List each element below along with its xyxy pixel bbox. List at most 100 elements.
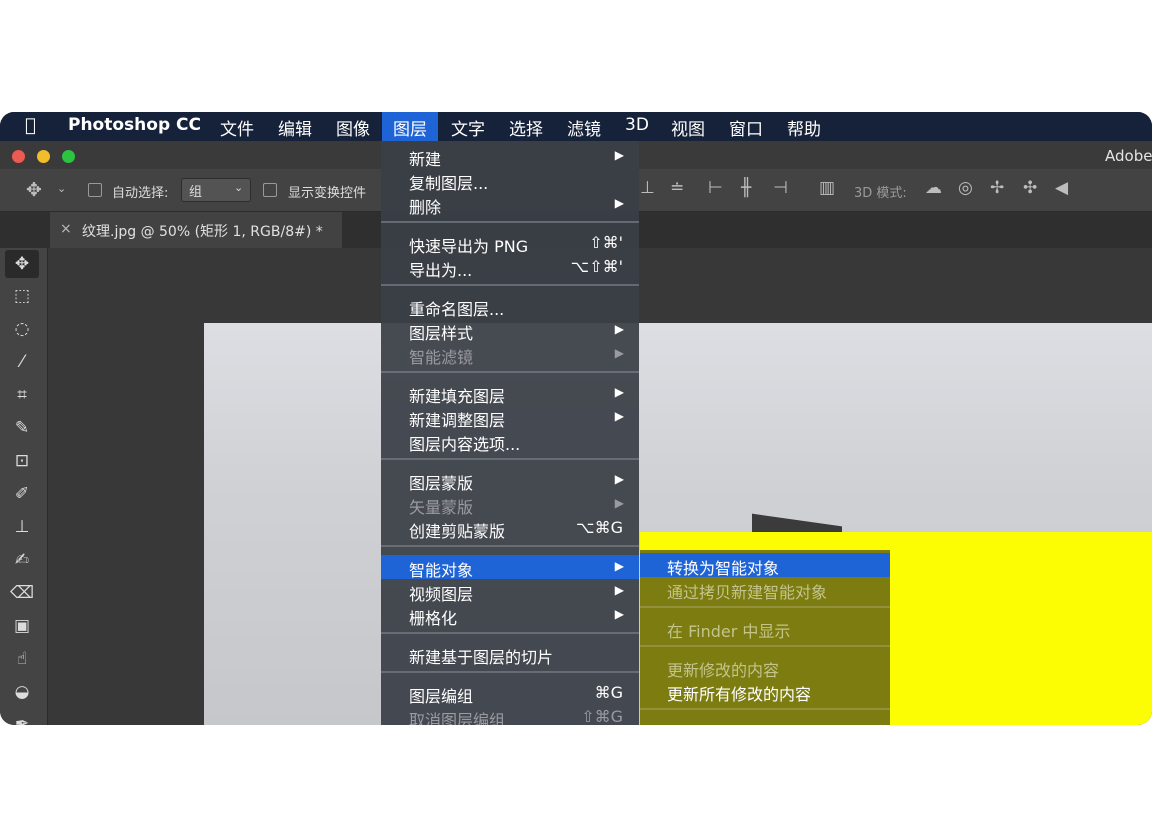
document-tab-title: 纹理.jpg @ 50% (矩形 1, RGB/8#) * [82,224,323,240]
menu-type[interactable]: 文字 [451,115,485,140]
menu-separator [381,632,639,634]
menu-layer[interactable]: 图层 [382,112,438,141]
menu-help[interactable]: 帮助 [787,115,821,140]
submenu-arrow-icon: ▶ [614,607,624,621]
magic-wand-tool-icon[interactable]: ⁄ [5,348,39,376]
lasso-tool-icon[interactable]: ◌ [5,315,39,343]
layer-menu-item[interactable]: 重命名图层... [381,294,639,319]
orbit-3d-icon[interactable]: ☁ [925,178,942,198]
layer-menu-item[interactable]: 创建剪贴蒙版 ⌥⌘G [381,516,639,541]
close-window-button[interactable] [12,150,25,163]
menu-separator [381,671,639,673]
smart-object-menu-item[interactable]: 转换为智能对象 [640,553,890,578]
menu-separator [381,458,639,460]
smudge-tool-icon[interactable]: ☝ [5,645,39,673]
menu-select[interactable]: 选择 [509,115,543,140]
distribute-hcenter-icon[interactable]: ╫ [741,178,751,198]
gradient-tool-icon[interactable]: ▣ [5,612,39,640]
layer-menu-item[interactable]: 图层内容选项... [381,429,639,454]
layer-menu-item: 智能滤镜 ▶ [381,342,639,367]
frame-tool-icon[interactable]: ⊡ [5,447,39,475]
slide-3d-icon[interactable]: ✣ [1023,178,1037,198]
menu-view[interactable]: 视图 [671,115,705,140]
submenu-arrow-icon: ▶ [614,583,624,597]
layer-menu-item[interactable]: 快速导出为 PNG ⇧⌘' [381,231,639,256]
layer-menu-item[interactable]: 新建调整图层 ▶ [381,405,639,430]
3d-mode-label: 3D 模式: [854,186,907,201]
scale-3d-icon[interactable]: ◀ [1055,178,1068,198]
menu-item-shortcut: ⇧⌘' [589,233,623,252]
eraser-tool-icon[interactable]: ⌫ [5,579,39,607]
menu-item-label: 智能对象 [409,561,474,580]
distribute-left-icon[interactable]: ⊢ [708,178,723,198]
move-tool-preset-icon[interactable]: ✥ [26,179,42,201]
layer-menu-item[interactable]: 图层蒙版 ▶ [381,468,639,493]
menu-item-label: 删除 [409,198,442,217]
menu-window[interactable]: 窗口 [729,115,763,140]
smart-object-menu-item[interactable]: 更新所有修改的内容 [640,679,890,704]
layer-menu-item[interactable]: 新建填充图层 ▶ [381,381,639,406]
menu-item-label: 重命名图层... [409,300,505,319]
menu-3d[interactable]: 3D [625,115,649,135]
menu-item-label: 快速导出为 PNG [409,237,529,256]
submenu-arrow-icon: ▶ [614,409,624,423]
brush-tool-icon[interactable]: ✐ [5,480,39,508]
smart-object-menu-item: 在 Finder 中显示 [640,616,890,641]
pen-tool-icon[interactable]: ✒ [5,710,39,725]
menu-item-label: 图层样式 [409,324,474,343]
align-bottom-icon[interactable]: ⊥ [640,178,655,198]
smart-object-submenu: 转换为智能对象 通过拷贝新建智能对象在 Finder 中显示 更新修改的内容 更新所有… [640,550,890,725]
dodge-tool-icon[interactable]: ◒ [5,678,39,706]
align-center-icon[interactable]: ≐ [670,178,684,198]
document-tab[interactable]: × 纹理.jpg @ 50% (矩形 1, RGB/8#) * [50,212,342,248]
history-brush-tool-icon[interactable]: ✍ [5,546,39,574]
layer-menu-item[interactable]: 导出为... ⌥⇧⌘' [381,255,639,280]
menu-item-label: 新建填充图层 [409,387,506,406]
layer-menu-item[interactable]: 新建 ▶ [381,144,639,169]
menu-separator [640,708,890,710]
menu-item-label: 通过拷贝新建智能对象 [667,583,828,602]
show-transform-checkbox[interactable] [263,183,277,197]
layer-menu-item[interactable]: 删除 ▶ [381,192,639,217]
layer-menu: 新建 ▶ 复制图层... 删除 ▶ 快速导出为 PNG ⇧⌘' 导出为... ⌥⇧⌘' 重命名图层… [381,141,639,725]
stamp-tool-icon[interactable]: ⊥ [5,513,39,541]
layer-menu-item[interactable]: 复制图层... [381,168,639,193]
app-menu[interactable]: Photoshop CC [68,115,201,135]
menu-image[interactable]: 图像 [336,115,370,140]
menu-edit[interactable]: 编辑 [278,115,312,140]
layer-menu-item[interactable]: 栅格化 ▶ [381,603,639,628]
menu-separator [640,606,890,608]
menu-item-label: 创建剪贴蒙版 [409,522,506,541]
layer-menu-item[interactable]: 新建基于图层的切片 [381,642,639,667]
layer-menu-item[interactable]: 图层编组 ⌘G [381,681,639,706]
menu-item-label: 图层蒙版 [409,474,474,493]
chevron-down-icon[interactable]: ⌄ [57,182,66,195]
tools-panel: ✥ ⬚ ◌ ⁄ ⌗ ✎ ⊡ ✐ ⊥ ✍ ⌫ ▣ ☝ ◒ ✒ [0,248,48,725]
distribute-right-icon[interactable]: ⊣ [773,178,788,198]
marquee-tool-icon[interactable]: ⬚ [5,282,39,310]
close-tab-icon[interactable]: × [60,221,72,237]
minimize-window-button[interactable] [37,150,50,163]
crop-tool-icon[interactable]: ⌗ [5,381,39,409]
submenu-arrow-icon: ▶ [614,148,624,162]
mac-menubar:  Photoshop CC 文件 编辑 图像 图层 文字 选择 滤镜 3D 视… [0,112,1152,141]
auto-align-icon[interactable]: ▥ [819,178,835,198]
menu-filter[interactable]: 滤镜 [567,115,601,140]
zoom-window-button[interactable] [62,150,75,163]
layer-menu-item[interactable]: 智能对象 ▶ [381,555,639,580]
menu-item-label: 新建基于图层的切片 [409,648,554,667]
auto-select-checkbox[interactable] [88,183,102,197]
menu-file[interactable]: 文件 [220,115,254,140]
layer-menu-item[interactable]: 图层样式 ▶ [381,318,639,343]
apple-icon[interactable]:  [25,115,36,136]
roll-3d-icon[interactable]: ◎ [958,178,973,198]
move-tool-icon[interactable]: ✥ [5,250,39,278]
drag-3d-icon[interactable]: ✢ [990,178,1004,198]
menu-item-label: 视频图层 [409,585,474,604]
auto-select-label: 自动选择: [112,186,169,201]
menu-item-label: 智能滤镜 [409,348,474,367]
layer-menu-item[interactable]: 视频图层 ▶ [381,579,639,604]
auto-select-dropdown[interactable]: 组 ⌄ [181,178,251,202]
eyedropper-tool-icon[interactable]: ✎ [5,414,39,442]
menu-item-shortcut: ⌥⇧⌘' [570,257,623,276]
